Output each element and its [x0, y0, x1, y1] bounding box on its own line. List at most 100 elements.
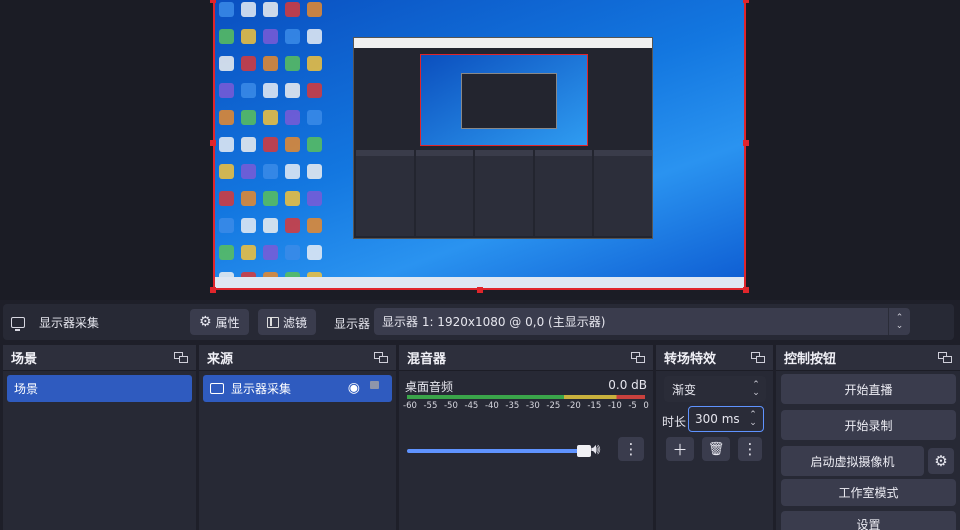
- desktop-icon: [307, 83, 322, 98]
- display-capture-preview[interactable]: [213, 0, 746, 290]
- monitor-icon: [11, 316, 25, 331]
- level-meter: [407, 395, 645, 399]
- desktop-icon: [241, 56, 256, 71]
- speaker-icon[interactable]: 🔊︎: [591, 440, 600, 458]
- meter-tick: -15: [587, 401, 602, 411]
- desktop-icon: [219, 164, 234, 179]
- desktop-icon: [263, 191, 278, 206]
- undock-icon[interactable]: [374, 352, 388, 363]
- desktop-icon: [219, 137, 234, 152]
- controls-title: 控制按钮: [784, 352, 837, 367]
- display-label: 显示器: [334, 317, 371, 331]
- transitions-dock: 转场特效 渐变 ⌃ ⌄ 时长 300 ms ⌃ ⌄ ＋ 🗑︎ ⋮: [656, 345, 773, 530]
- desktop-icon: [263, 218, 278, 233]
- trash-icon[interactable]: 🗑︎: [702, 437, 730, 461]
- track-level: 0.0 dB: [608, 378, 647, 392]
- desktop-icon: [219, 191, 234, 206]
- lock-icon[interactable]: [370, 381, 379, 389]
- desktop-icon: [241, 83, 256, 98]
- desktop-icon: [219, 2, 234, 17]
- desktop-icon: [263, 137, 278, 152]
- desktop-icon: [285, 29, 300, 44]
- chevron-updown-icon[interactable]: ⌃ ⌄: [743, 407, 763, 431]
- desktop-icon: [263, 245, 278, 260]
- filter-icon: [267, 316, 279, 328]
- start-recording-button[interactable]: 开始录制: [781, 410, 956, 440]
- duration-label: 时长: [662, 415, 687, 429]
- undock-icon[interactable]: [938, 352, 952, 363]
- resize-handle-bl[interactable]: [210, 287, 216, 293]
- resize-handle-tl[interactable]: [210, 0, 216, 3]
- chevron-updown-icon: ⌃ ⌄: [888, 308, 910, 335]
- nested-obs-preview: [353, 37, 653, 239]
- studio-mode-button[interactable]: 工作室模式: [781, 479, 956, 506]
- desktop-icon: [219, 29, 234, 44]
- preview-canvas[interactable]: [0, 0, 960, 300]
- track-name: 桌面音频: [405, 380, 454, 394]
- virtual-camera-button[interactable]: 启动虚拟摄像机: [781, 446, 924, 476]
- duration-input[interactable]: 300 ms ⌃ ⌄: [688, 406, 764, 432]
- desktop-icon: [285, 191, 300, 206]
- volume-handle[interactable]: [577, 445, 591, 457]
- desktop-icon: [307, 2, 322, 17]
- scene-item[interactable]: 场景: [7, 375, 192, 402]
- desktop-icon: [285, 164, 300, 179]
- transitions-title: 转场特效: [664, 352, 717, 367]
- scenes-dock: 场景 场景: [3, 345, 196, 530]
- resize-handle-r[interactable]: [743, 140, 749, 146]
- meter-tick: -25: [546, 401, 561, 411]
- volume-slider[interactable]: [407, 445, 591, 457]
- desktop-icon: [307, 218, 322, 233]
- display-select[interactable]: 显示器 1: 1920x1080 @ 0,0 (主显示器) ⌃ ⌄: [374, 308, 910, 335]
- desktop-icon: [241, 218, 256, 233]
- desktop-icon: [307, 110, 322, 125]
- audio-mixer-dock: 混音器 桌面音频 0.0 dB -60 -55 -50 -45 -40 -35 -30 -25…: [399, 345, 653, 530]
- kebab-icon[interactable]: ⋮: [738, 437, 762, 461]
- meter-tick: -35: [505, 401, 520, 411]
- desktop-icon: [241, 245, 256, 260]
- meter-tick: -55: [423, 401, 438, 411]
- desktop-icon: [219, 245, 234, 260]
- resize-handle-tr[interactable]: [743, 0, 749, 3]
- controls-dock: 控制按钮 开始直播 开始录制 启动虚拟摄像机 ⚙ 工作室模式 设置: [776, 345, 960, 530]
- undock-icon[interactable]: [751, 352, 765, 363]
- gear-icon[interactable]: ⚙: [928, 448, 954, 474]
- eye-icon[interactable]: ◉: [348, 380, 360, 396]
- desktop-icon: [241, 29, 256, 44]
- source-item[interactable]: 显示器采集 ◉: [203, 375, 392, 402]
- meter-tick: -50: [443, 401, 458, 411]
- meter-tick: -30: [525, 401, 540, 411]
- source-name-label: 显示器采集: [39, 315, 100, 330]
- transition-select[interactable]: 渐变 ⌃ ⌄: [664, 376, 766, 402]
- undock-icon[interactable]: [631, 352, 645, 363]
- desktop-icon: [285, 137, 300, 152]
- start-streaming-button[interactable]: 开始直播: [781, 374, 956, 404]
- gear-icon: ⚙: [199, 314, 212, 330]
- desktop-icon: [241, 164, 256, 179]
- desktop-icon: [219, 218, 234, 233]
- desktop-icon: [307, 56, 322, 71]
- desktop-icon: [241, 191, 256, 206]
- mixer-title: 混音器: [407, 352, 447, 367]
- desktop-icon: [307, 164, 322, 179]
- desktop-icon: [285, 83, 300, 98]
- desktop-icon: [307, 29, 322, 44]
- desktop-icon: [307, 137, 322, 152]
- desktop-icon: [241, 2, 256, 17]
- plus-icon[interactable]: ＋: [666, 437, 694, 461]
- monitor-icon: [210, 383, 224, 394]
- obs-window: 显示器采集 ⚙ 属性 滤镜 显示器 显示器 1: 1920x1080 @ 0,0…: [0, 0, 960, 530]
- settings-button[interactable]: 设置: [781, 511, 956, 530]
- undock-icon[interactable]: [174, 352, 188, 363]
- resize-handle-br[interactable]: [743, 287, 749, 293]
- desktop-icon: [263, 56, 278, 71]
- sources-title: 来源: [207, 352, 234, 367]
- desktop-icon: [307, 191, 322, 206]
- resize-handle-l[interactable]: [210, 140, 216, 146]
- kebab-icon[interactable]: ⋮: [618, 437, 644, 461]
- resize-handle-b[interactable]: [477, 287, 483, 293]
- desktop-icon: [285, 110, 300, 125]
- desktop-icon: [241, 110, 256, 125]
- properties-button[interactable]: ⚙ 属性: [190, 309, 249, 335]
- filters-button[interactable]: 滤镜: [258, 309, 317, 335]
